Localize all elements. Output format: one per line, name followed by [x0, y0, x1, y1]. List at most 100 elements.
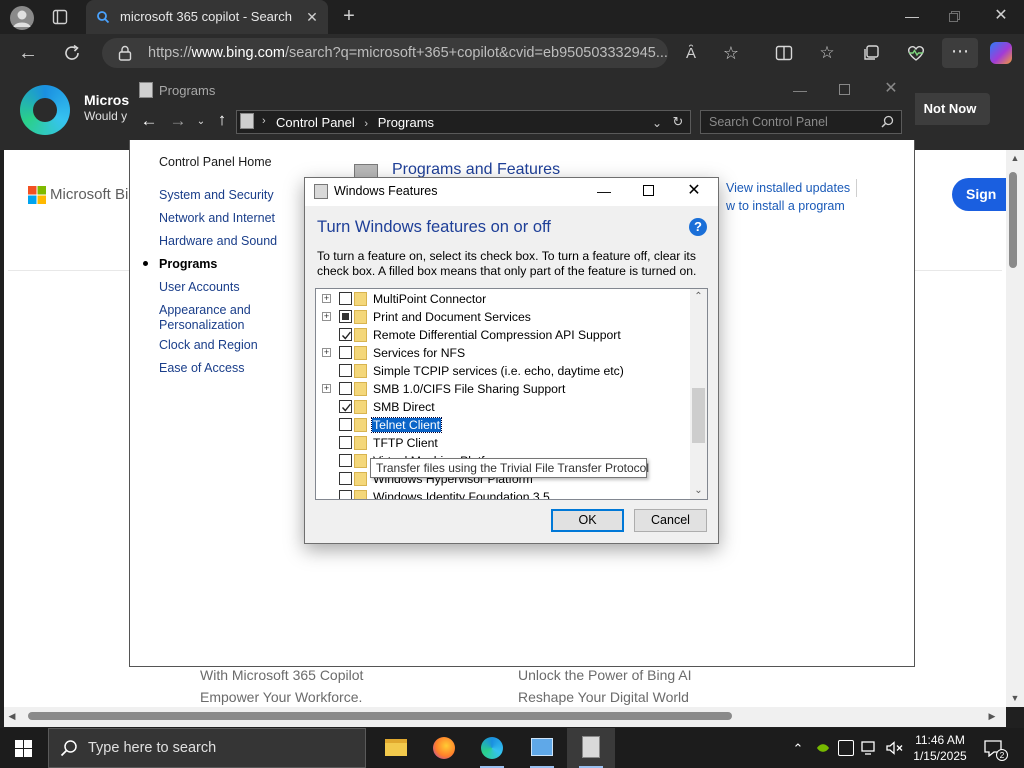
feature-label[interactable]: SMB 1.0/CIFS File Sharing Support: [372, 382, 566, 396]
cp-home-link[interactable]: Control Panel Home: [159, 155, 272, 169]
feature-row[interactable]: + SMB 1.0/CIFS File Sharing Support: [316, 380, 691, 398]
expand-plus-icon[interactable]: +: [322, 384, 331, 393]
show-hidden-icons-chevron-icon[interactable]: ⌃: [788, 739, 808, 759]
taskbar-control-panel[interactable]: [518, 728, 566, 768]
wf-minimize-icon[interactable]: —: [594, 181, 614, 201]
not-now-button[interactable]: Not Now: [910, 93, 990, 125]
page-vertical-scroll-thumb[interactable]: [1009, 172, 1017, 268]
cp-refresh-icon[interactable]: ↻: [670, 112, 686, 132]
sidebar-item-appearance[interactable]: Appearance and: [159, 303, 251, 317]
feature-label[interactable]: Telnet Client: [370, 417, 443, 433]
scroll-left-icon[interactable]: ◀: [6, 710, 18, 722]
feature-checkbox[interactable]: [339, 436, 352, 449]
taskbar-clock[interactable]: 11:46 AM 1/15/2025: [908, 732, 972, 764]
sidebar-item-ease-of-access[interactable]: Ease of Access: [159, 361, 244, 375]
browser-essentials-icon[interactable]: [906, 44, 926, 62]
microsoft-logo-icon[interactable]: [28, 186, 46, 204]
feature-row[interactable]: SMB Direct: [316, 398, 691, 416]
feature-checkbox[interactable]: [339, 490, 352, 499]
cp-maximize-icon[interactable]: [839, 84, 850, 95]
feature-checkbox[interactable]: [339, 382, 352, 395]
sidebar-item-hardware[interactable]: Hardware and Sound: [159, 234, 277, 248]
feature-label[interactable]: Windows Identity Foundation 3.5: [372, 490, 551, 499]
security-tray-icon[interactable]: [838, 740, 854, 756]
feature-row[interactable]: + Services for NFS: [316, 344, 691, 362]
cp-search-icon[interactable]: [881, 115, 894, 128]
feature-row[interactable]: + MultiPoint Connector: [316, 290, 691, 308]
sidebar-item-programs[interactable]: Programs: [159, 257, 217, 271]
feature-row[interactable]: TFTP Client: [316, 434, 691, 452]
feature-label[interactable]: Remote Differential Compression API Supp…: [372, 328, 622, 342]
feature-row[interactable]: Windows Identity Foundation 3.5: [316, 488, 691, 499]
tab-actions-icon[interactable]: [52, 9, 68, 25]
feature-row[interactable]: Telnet Client: [316, 416, 691, 434]
taskbar-search-icon[interactable]: [60, 739, 78, 757]
sidebar-item-network[interactable]: Network and Internet: [159, 211, 275, 225]
cp-up-icon[interactable]: ↑: [212, 110, 232, 130]
taskbar-firefox[interactable]: [420, 728, 468, 768]
tab-close-icon[interactable]: ✕: [302, 7, 322, 27]
feature-label[interactable]: SMB Direct: [372, 400, 436, 414]
promo-right-line1[interactable]: Unlock the Power of Bing AI: [518, 667, 692, 683]
back-icon[interactable]: ←: [16, 43, 40, 63]
start-windows-icon[interactable]: [15, 740, 32, 757]
page-horizontal-scroll-thumb[interactable]: [28, 712, 732, 720]
feature-checkbox[interactable]: [339, 454, 352, 467]
split-screen-icon[interactable]: [775, 45, 793, 61]
bing-logo-text[interactable]: Microsoft Bi: [50, 186, 128, 203]
expand-plus-icon[interactable]: +: [322, 312, 331, 321]
promo-right-line2[interactable]: Reshape Your Digital World: [518, 689, 689, 705]
favorite-star-icon[interactable]: ☆: [720, 43, 742, 63]
cp-forward-icon[interactable]: →: [168, 111, 188, 131]
collections-icon[interactable]: [862, 44, 880, 62]
window-close-icon[interactable]: ✕: [990, 6, 1012, 26]
cp-address-dropdown-icon[interactable]: ⌄: [650, 113, 664, 133]
view-installed-updates-link[interactable]: View installed updates: [726, 181, 850, 195]
how-to-install-link[interactable]: w to install a program: [726, 199, 845, 213]
feature-label[interactable]: Simple TCPIP services (i.e. echo, daytim…: [372, 364, 625, 378]
taskbar-search-placeholder[interactable]: Type here to search: [88, 740, 216, 756]
nvidia-tray-icon[interactable]: [816, 742, 830, 754]
scroll-right-icon[interactable]: ▶: [986, 710, 998, 722]
sidebar-item-system-security[interactable]: System and Security: [159, 188, 274, 202]
restore-icon[interactable]: [946, 10, 962, 24]
expand-plus-icon[interactable]: +: [322, 294, 331, 303]
settings-more-icon[interactable]: ⋯: [942, 38, 978, 68]
sign-in-button[interactable]: Sign in: [952, 178, 1012, 235]
lock-icon[interactable]: [118, 45, 132, 61]
cp-minimize-icon[interactable]: —: [790, 80, 810, 100]
feature-label[interactable]: Services for NFS: [372, 346, 466, 360]
volume-muted-icon[interactable]: [886, 741, 904, 755]
expand-plus-icon[interactable]: +: [322, 348, 331, 357]
features-tree-scroll-thumb[interactable]: [692, 388, 705, 443]
feature-checkbox[interactable]: [339, 346, 352, 359]
breadcrumb[interactable]: Control Panel › Programs: [276, 115, 434, 130]
feature-checkbox[interactable]: [339, 328, 352, 341]
cp-back-icon[interactable]: ←: [139, 111, 159, 131]
cp-recent-dropdown-icon[interactable]: ⌄: [194, 112, 208, 132]
feature-checkbox[interactable]: [339, 310, 352, 323]
new-tab-icon[interactable]: +: [338, 6, 360, 26]
feature-row[interactable]: + Print and Document Services: [316, 308, 691, 326]
profile-avatar-icon[interactable]: [10, 6, 34, 30]
feature-label[interactable]: MultiPoint Connector: [372, 292, 487, 306]
cp-close-icon[interactable]: ✕: [881, 79, 901, 99]
scroll-up-icon[interactable]: ▲: [1006, 152, 1024, 164]
feature-checkbox[interactable]: [339, 292, 352, 305]
feature-checkbox[interactable]: [339, 400, 352, 413]
refresh-icon[interactable]: [62, 43, 82, 63]
feature-label[interactable]: TFTP Client: [372, 436, 439, 450]
breadcrumb-programs[interactable]: Programs: [378, 115, 434, 130]
breadcrumb-control-panel[interactable]: Control Panel: [276, 115, 355, 130]
taskbar-windows-features[interactable]: [567, 728, 615, 768]
taskbar-edge[interactable]: [468, 728, 516, 768]
wf-maximize-icon[interactable]: [643, 185, 654, 196]
cp-search-placeholder[interactable]: Search Control Panel: [709, 115, 828, 129]
sidebar-item-appearance-line2[interactable]: Personalization: [159, 318, 244, 332]
feature-label[interactable]: Print and Document Services: [372, 310, 532, 324]
minimize-icon[interactable]: —: [898, 6, 926, 26]
feature-checkbox[interactable]: [339, 472, 352, 485]
feature-row[interactable]: Simple TCPIP services (i.e. echo, daytim…: [316, 362, 691, 380]
scroll-down-icon[interactable]: ▼: [1006, 692, 1024, 704]
sidebar-item-clock-region[interactable]: Clock and Region: [159, 338, 258, 352]
